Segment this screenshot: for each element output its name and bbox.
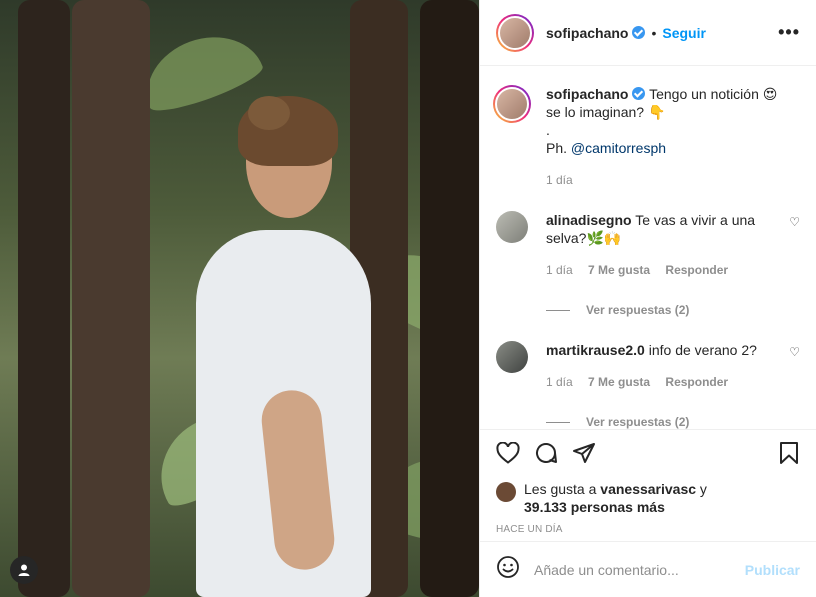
likes-summary: Les gusta a vanessarivasc y 39.133 perso…	[496, 480, 800, 516]
divider	[546, 309, 570, 311]
comment-likes[interactable]: 7 Me gusta	[588, 263, 650, 277]
caption: sofipachano Tengo un notición 😍 se lo im…	[493, 85, 800, 189]
comment-meta: 1 día 7 Me gusta Responder	[546, 261, 781, 279]
more-options-icon[interactable]: •••	[778, 22, 800, 43]
likes-prefix: Les gusta a	[524, 481, 601, 497]
add-comment-bar: Añade un comentario... Publicar	[480, 541, 816, 597]
caption-text: Ph.	[546, 140, 571, 156]
like-comment-icon[interactable]: ♡	[789, 215, 800, 319]
comment-time[interactable]: 1 día	[546, 375, 573, 389]
photo-person-bun	[248, 96, 290, 130]
post-actions: Les gusta a vanessarivasc y 39.133 perso…	[480, 429, 816, 535]
avatar[interactable]	[496, 211, 528, 243]
comment-meta: 1 día 7 Me gusta Responder	[546, 373, 781, 391]
follow-button[interactable]: Seguir	[662, 25, 706, 41]
emoji-icon[interactable]	[496, 555, 520, 585]
view-replies-label: Ver respuestas (2)	[586, 415, 690, 429]
caption-text: se lo imaginan? 👇	[546, 104, 666, 120]
reply-button[interactable]: Responder	[665, 263, 728, 277]
post-sidebar: sofipachano • Seguir ••• sofipachano Ten…	[479, 0, 816, 597]
caption-text: .	[546, 122, 550, 138]
caption-time[interactable]: 1 día	[546, 173, 573, 187]
view-replies-label: Ver respuestas (2)	[586, 303, 690, 317]
share-icon[interactable]	[572, 441, 596, 470]
comments-list[interactable]: sofipachano Tengo un notición 😍 se lo im…	[480, 67, 816, 429]
post-photo[interactable]	[0, 0, 479, 597]
separator-dot: •	[651, 24, 657, 41]
verified-icon	[632, 87, 646, 100]
avatar[interactable]	[496, 482, 516, 502]
caption-text: Tengo un notición 😍	[649, 86, 778, 102]
comment-likes[interactable]: 7 Me gusta	[588, 375, 650, 389]
comment-input[interactable]: Añade un comentario...	[534, 562, 679, 578]
like-comment-icon[interactable]: ♡	[789, 345, 800, 429]
comment-time[interactable]: 1 día	[546, 263, 573, 277]
comment-text: info de verano 2?	[648, 342, 757, 358]
avatar[interactable]	[496, 341, 528, 373]
view-replies-button[interactable]: Ver respuestas (2)	[546, 301, 781, 319]
photo-trunk	[420, 0, 479, 597]
likes-count[interactable]: 39.133 personas más	[524, 499, 665, 515]
comment-username[interactable]: martikrause2.0	[546, 342, 645, 358]
comment-item: alinadisegno Te vas a vivir a una selva?…	[496, 211, 800, 319]
reply-button[interactable]: Responder	[665, 375, 728, 389]
post-header: sofipachano • Seguir •••	[480, 0, 816, 66]
avatar[interactable]	[493, 85, 531, 123]
publish-button[interactable]: Publicar	[745, 562, 800, 578]
divider	[546, 421, 570, 423]
heart-icon[interactable]	[496, 441, 520, 469]
bookmark-icon[interactable]	[778, 441, 800, 470]
verified-icon	[632, 26, 646, 39]
comment-icon[interactable]	[534, 441, 558, 470]
photo-trunk	[18, 0, 70, 597]
author-username[interactable]: sofipachano	[546, 25, 628, 41]
user-tag-icon[interactable]	[10, 556, 38, 584]
post-time[interactable]: HACE UN DÍA	[496, 524, 800, 535]
view-replies-button[interactable]: Ver respuestas (2)	[546, 413, 781, 429]
caption-meta: 1 día	[546, 171, 800, 189]
mention-link[interactable]: @camitorresph	[571, 140, 666, 156]
comment-item: martikrause2.0 info de verano 2? 1 día 7…	[496, 341, 800, 429]
comment-username[interactable]: alinadisegno	[546, 212, 632, 228]
likes-suffix: y	[696, 481, 707, 497]
photo-foliage	[133, 21, 267, 119]
photo-trunk	[72, 0, 150, 597]
avatar[interactable]	[496, 13, 534, 52]
caption-username[interactable]: sofipachano	[546, 86, 628, 102]
liker-username[interactable]: vanessarivasc	[600, 481, 696, 497]
